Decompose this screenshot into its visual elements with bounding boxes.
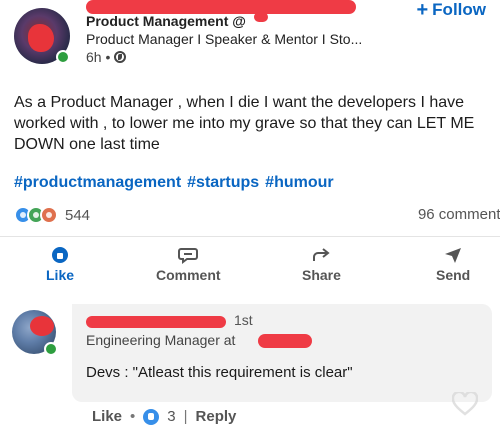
comments-count[interactable]: 96 comments: [418, 206, 500, 223]
author-name[interactable]: Product Management @: [86, 0, 416, 30]
online-status-icon: [44, 342, 58, 356]
divider: [0, 236, 500, 237]
send-icon: [443, 246, 463, 264]
comment-like-button[interactable]: Like: [92, 408, 122, 425]
redaction-mark: [28, 24, 54, 52]
separator-bar: |: [183, 408, 188, 425]
send-button[interactable]: Send: [436, 246, 470, 283]
social-counts: 544 96 comments: [14, 206, 500, 228]
share-icon: [311, 246, 331, 264]
comment-button[interactable]: Comment: [156, 246, 221, 283]
redaction-mark: [30, 316, 54, 336]
comment-label: Comment: [156, 267, 221, 283]
globe-icon: [114, 51, 127, 63]
hashtag-productmanagement[interactable]: #productmanagement: [14, 174, 181, 192]
send-label: Send: [436, 267, 471, 283]
commenter-name[interactable]: 1st: [86, 312, 386, 330]
comment-bubble: 1st Engineering Manager at Devs : "Atlea…: [72, 304, 492, 402]
follow-button[interactable]: + Follow: [416, 0, 486, 20]
love-reaction-icon: [40, 206, 58, 224]
reaction-count: 544: [65, 206, 91, 224]
comment-text: Devs : "Atleast this requirement is clea…: [86, 364, 353, 381]
comment-like-count: 3: [167, 408, 176, 425]
follow-label: Follow: [432, 0, 486, 19]
plus-icon: +: [416, 0, 429, 21]
connection-degree: 1st: [234, 312, 253, 328]
hashtag-startups[interactable]: #startups: [187, 174, 259, 192]
post-text: As a Product Manager , when I die I want…: [14, 94, 475, 153]
comment-actions: Like • 3 | Reply: [92, 408, 236, 425]
post-time: 6h •: [86, 49, 111, 65]
post-action-bar: Like Comment Share Send: [0, 246, 500, 290]
separator-dot: •: [130, 408, 136, 425]
like-label: Like: [46, 267, 75, 283]
share-button[interactable]: Share: [302, 246, 341, 283]
comment-icon: [178, 246, 199, 264]
headline-redaction: [258, 334, 312, 348]
name-redaction: [86, 0, 356, 14]
name-redaction: [86, 316, 226, 328]
author-info: Product Management @ Product Manager I S…: [86, 0, 416, 66]
online-status-icon: [56, 50, 70, 64]
comment: 1st Engineering Manager at Devs : "Atlea…: [0, 296, 500, 430]
author-headline: Product Manager I Speaker & Mentor I Sto…: [86, 31, 363, 47]
heart-icon[interactable]: [452, 392, 478, 416]
post-meta: 6h •: [86, 48, 416, 66]
post-header: Product Management @ Product Manager I S…: [10, 0, 490, 76]
like-button[interactable]: Like: [46, 246, 74, 283]
like-reaction-icon: [143, 408, 160, 425]
name-redaction-tail: [254, 12, 268, 22]
commenter-headline: Engineering Manager at: [86, 332, 312, 348]
hashtag-humour[interactable]: #humour: [265, 174, 333, 192]
reactions-summary[interactable]: 544: [14, 206, 90, 224]
comment-reply-button[interactable]: Reply: [196, 408, 237, 425]
hashtags: #productmanagement #startups #humour: [14, 174, 334, 192]
like-icon: [50, 246, 70, 264]
share-label: Share: [302, 267, 341, 283]
